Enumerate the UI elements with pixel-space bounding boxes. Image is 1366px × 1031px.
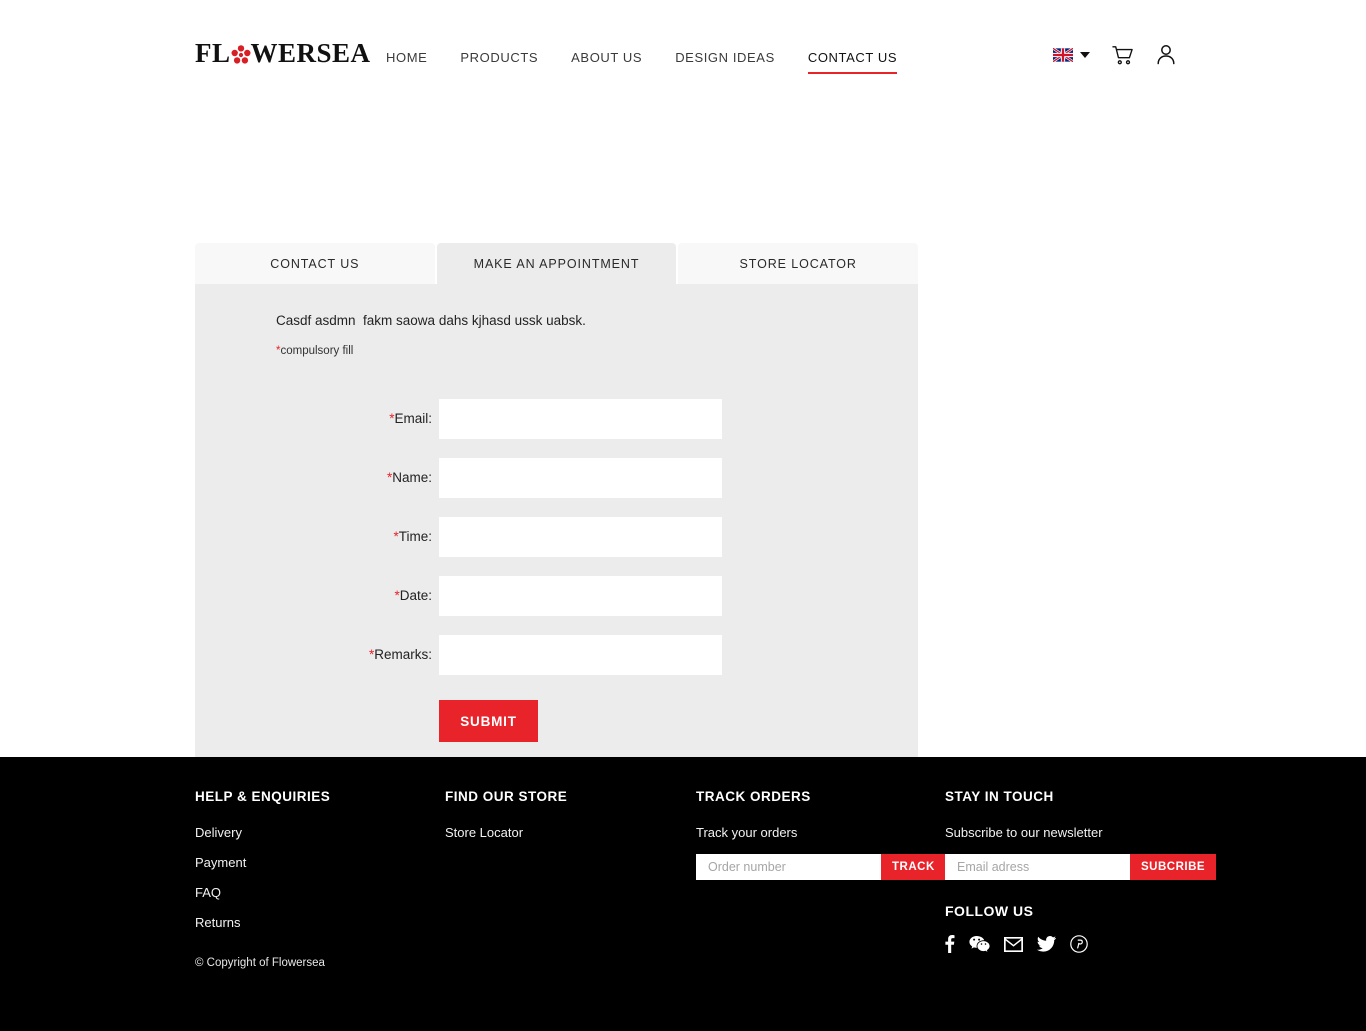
tab-make-an-appointment[interactable]: MAKE AN APPOINTMENT [436,243,677,284]
wechat-icon[interactable] [969,935,990,953]
site-footer: HELP & ENQUIRIES Delivery Payment FAQ Re… [0,757,1366,1031]
copyright-text: © Copyright of Flowersea [195,957,325,969]
chevron-down-icon [1080,51,1090,58]
time-label-text: Time: [398,529,432,544]
track-heading: TRACK ORDERS [696,789,811,804]
brand-name-after: WERSEA [250,38,371,68]
newsletter-heading: STAY IN TOUCH [945,789,1054,804]
main-navigation: HOME PRODUCTS ABOUT US DESIGN IDEAS CONT… [386,50,898,74]
brand-name-before: FL [195,38,231,68]
footer-column-newsletter: STAY IN TOUCH Subscribe to our newslette… [945,789,1217,880]
nav-item-home[interactable]: HOME [386,50,445,72]
user-icon[interactable] [1156,44,1176,65]
submit-button[interactable]: SUBMIT [439,700,538,742]
footer-link-store-locator[interactable]: Store Locator [445,825,567,840]
email-field[interactable] [439,398,722,439]
footer-link-returns[interactable]: Returns [195,915,330,930]
newsletter-text: Subscribe to our newsletter [945,825,1103,840]
facebook-icon[interactable] [944,935,955,953]
twitter-icon[interactable] [1037,936,1056,952]
name-label: *Name: [195,470,439,485]
date-label-text: Date: [399,588,432,603]
form-row-date: *Date: [195,566,918,625]
tab-store-locator[interactable]: STORE LOCATOR [678,243,919,284]
name-label-text: Name: [392,470,432,485]
name-field[interactable] [439,457,722,498]
footer-link-delivery[interactable]: Delivery [195,825,330,840]
tab-contact-us[interactable]: CONTACT US [195,243,435,284]
form-row-time: *Time: [195,507,918,566]
rose-icon [231,44,251,65]
subscribe-button[interactable]: SUBCRIBE [1130,854,1217,880]
header-tools [1053,44,1176,65]
order-number-input[interactable] [696,854,881,880]
footer-column-help: HELP & ENQUIRIES Delivery Payment FAQ Re… [195,789,330,945]
email-label: *Email: [195,411,439,426]
track-order-form: TRACK [696,854,946,880]
follow-us-heading: FOLLOW US [945,903,1034,919]
date-label: *Date: [195,588,439,603]
footer-column-store: FIND OUR STORE Store Locator [445,789,567,855]
submit-row: SUBMIT [195,684,918,742]
social-links [944,935,1088,953]
email-icon[interactable] [1004,936,1023,952]
nav-item-design-ideas[interactable]: DESIGN IDEAS [675,50,793,72]
main-content: CONTACT US MAKE AN APPOINTMENT STORE LOC… [0,110,1366,778]
appointment-form: *Email: *Name: *Time: *Date: *Remarks: S… [195,389,918,742]
nav-item-contact-us[interactable]: CONTACT US [807,50,898,74]
pinterest-icon[interactable] [1070,935,1088,953]
compulsory-note: *compulsory fill [276,345,353,357]
language-selector[interactable] [1053,47,1090,62]
remarks-field[interactable] [439,634,722,675]
email-label-text: Email: [394,411,432,426]
site-header: FL WERSEA HOME PRODUCTS ABOUT US DESIGN … [0,0,1366,110]
form-row-name: *Name: [195,448,918,507]
tab-bar: CONTACT US MAKE AN APPOINTMENT STORE LOC… [195,243,919,284]
track-button[interactable]: TRACK [881,854,946,880]
uk-flag-icon [1053,47,1073,62]
nav-item-about-us[interactable]: ABOUT US [571,50,660,72]
footer-link-payment[interactable]: Payment [195,855,330,870]
footer-link-faq[interactable]: FAQ [195,885,330,900]
time-label: *Time: [195,529,439,544]
store-heading: FIND OUR STORE [445,789,568,804]
appointment-panel: Casdf asdmn fakm saowa dahs kjhasd ussk … [195,284,918,778]
newsletter-form: SUBCRIBE [945,854,1217,880]
date-field[interactable] [439,575,722,616]
form-row-email: *Email: [195,389,918,448]
intro-text: Casdf asdmn fakm saowa dahs kjhasd ussk … [276,313,586,328]
track-text: Track your orders [696,825,798,840]
remarks-label-text: Remarks: [374,647,432,662]
brand-logo[interactable]: FL WERSEA [195,40,371,67]
cart-icon[interactable] [1112,45,1134,65]
time-field[interactable] [439,516,722,557]
email-address-input[interactable] [945,854,1130,880]
compulsory-label: compulsory fill [280,345,354,357]
help-heading: HELP & ENQUIRIES [195,789,331,804]
form-row-remarks: *Remarks: [195,625,918,684]
nav-item-products[interactable]: PRODUCTS [460,50,556,72]
remarks-label: *Remarks: [195,647,439,662]
footer-column-track: TRACK ORDERS Track your orders TRACK [696,789,946,880]
